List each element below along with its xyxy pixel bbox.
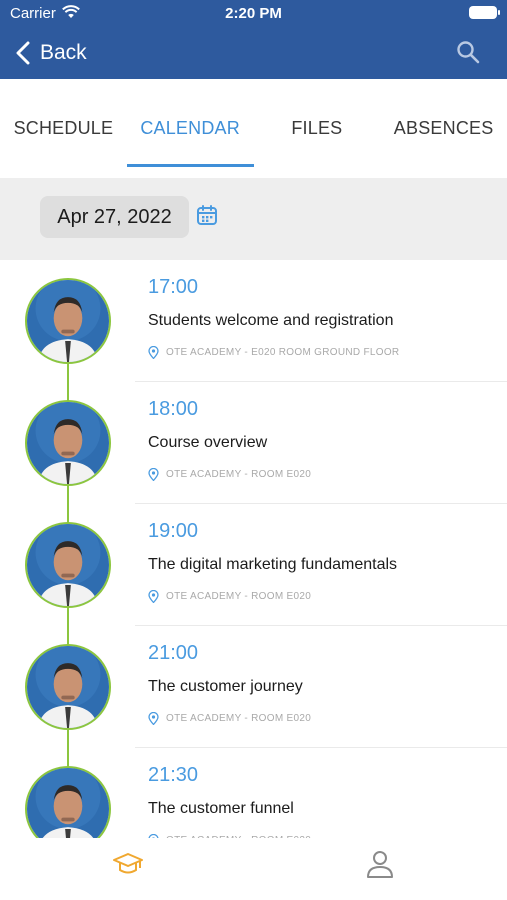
avatar-portrait	[27, 280, 109, 362]
avatar	[25, 766, 111, 838]
bottom-tab-bar	[0, 838, 507, 900]
navigation-header: Carrier 2:20 PM Back	[0, 0, 507, 79]
event-title: The customer funnel	[148, 800, 294, 817]
tab-schedule[interactable]: SCHEDULE	[0, 79, 127, 178]
avatar	[25, 644, 111, 730]
avatar-portrait	[27, 524, 109, 606]
event-time: 19:00	[148, 520, 199, 542]
tab-files[interactable]: FILES	[254, 79, 381, 178]
location-pin-icon	[148, 467, 159, 481]
event-location-text: OTE ACADEMY - ROOM E020	[166, 712, 312, 724]
avatar-portrait	[27, 768, 109, 838]
event-list-item[interactable]: 21:00 The customer journey OTE ACADEMY -…	[0, 626, 507, 748]
tab-label: CALENDAR	[140, 118, 240, 138]
date-picker-button[interactable]: Apr 27, 2022	[40, 196, 189, 238]
event-location: OTE ACADEMY - E020 ROOM GROUND FLOOR	[148, 345, 399, 359]
tab-label: ABSENCES	[393, 118, 494, 138]
calendar-icon[interactable]	[196, 204, 218, 226]
tab-label: SCHEDULE	[13, 118, 114, 138]
event-location-text: OTE ACADEMY - ROOM E020	[166, 590, 312, 602]
event-list-item[interactable]: 19:00 The digital marketing fundamentals…	[0, 504, 507, 626]
event-time: 18:00	[148, 398, 199, 420]
tab-label: FILES	[291, 118, 343, 138]
tab-underline	[126, 164, 254, 167]
event-location-text: OTE ACADEMY - E020 ROOM GROUND FLOOR	[166, 346, 400, 358]
location-pin-icon	[148, 711, 159, 725]
event-time: 21:00	[148, 642, 199, 664]
back-button[interactable]: Back	[14, 38, 87, 68]
chevron-left-icon	[16, 41, 30, 65]
tab-calendar[interactable]: CALENDAR	[126, 79, 254, 178]
search-icon[interactable]	[455, 39, 481, 65]
battery-icon	[469, 6, 500, 19]
event-location: OTE ACADEMY - ROOM E020	[148, 467, 311, 481]
avatar	[25, 400, 111, 486]
avatar	[25, 278, 111, 364]
date-selector-bar: Apr 27, 2022	[0, 178, 507, 260]
location-pin-icon	[148, 345, 159, 359]
event-location: OTE ACADEMY - ROOM E020	[148, 589, 311, 603]
event-location-text: OTE ACADEMY - ROOM E020	[166, 468, 312, 480]
event-title: The digital marketing fundamentals	[148, 556, 398, 573]
section-tabs: SCHEDULE CALENDAR FILES ABSENCES	[0, 79, 507, 178]
status-time: 2:20 PM	[225, 5, 282, 22]
user-profile-icon[interactable]	[364, 848, 396, 880]
status-bar: Carrier 2:20 PM	[0, 0, 507, 30]
graduation-cap-icon[interactable]	[112, 848, 144, 880]
event-list-item[interactable]: 21:30 The customer funnel OTE ACADEMY - …	[0, 748, 507, 838]
avatar-portrait	[27, 646, 109, 728]
avatar-portrait	[27, 402, 109, 484]
event-list-item[interactable]: 18:00 Course overview OTE ACADEMY - ROOM…	[0, 382, 507, 504]
event-title: Course overview	[148, 434, 268, 451]
avatar	[25, 522, 111, 608]
event-time: 21:30	[148, 764, 199, 786]
back-label: Back	[40, 41, 87, 64]
event-list: 17:00 Students welcome and registration …	[0, 260, 507, 838]
event-time: 17:00	[148, 276, 199, 298]
location-pin-icon	[148, 589, 159, 603]
event-list-item[interactable]: 17:00 Students welcome and registration …	[0, 260, 507, 382]
event-title: Students welcome and registration	[148, 312, 394, 329]
event-title: The customer journey	[148, 678, 303, 695]
event-location: OTE ACADEMY - ROOM E020	[148, 711, 311, 725]
tab-absences[interactable]: ABSENCES	[380, 79, 507, 178]
